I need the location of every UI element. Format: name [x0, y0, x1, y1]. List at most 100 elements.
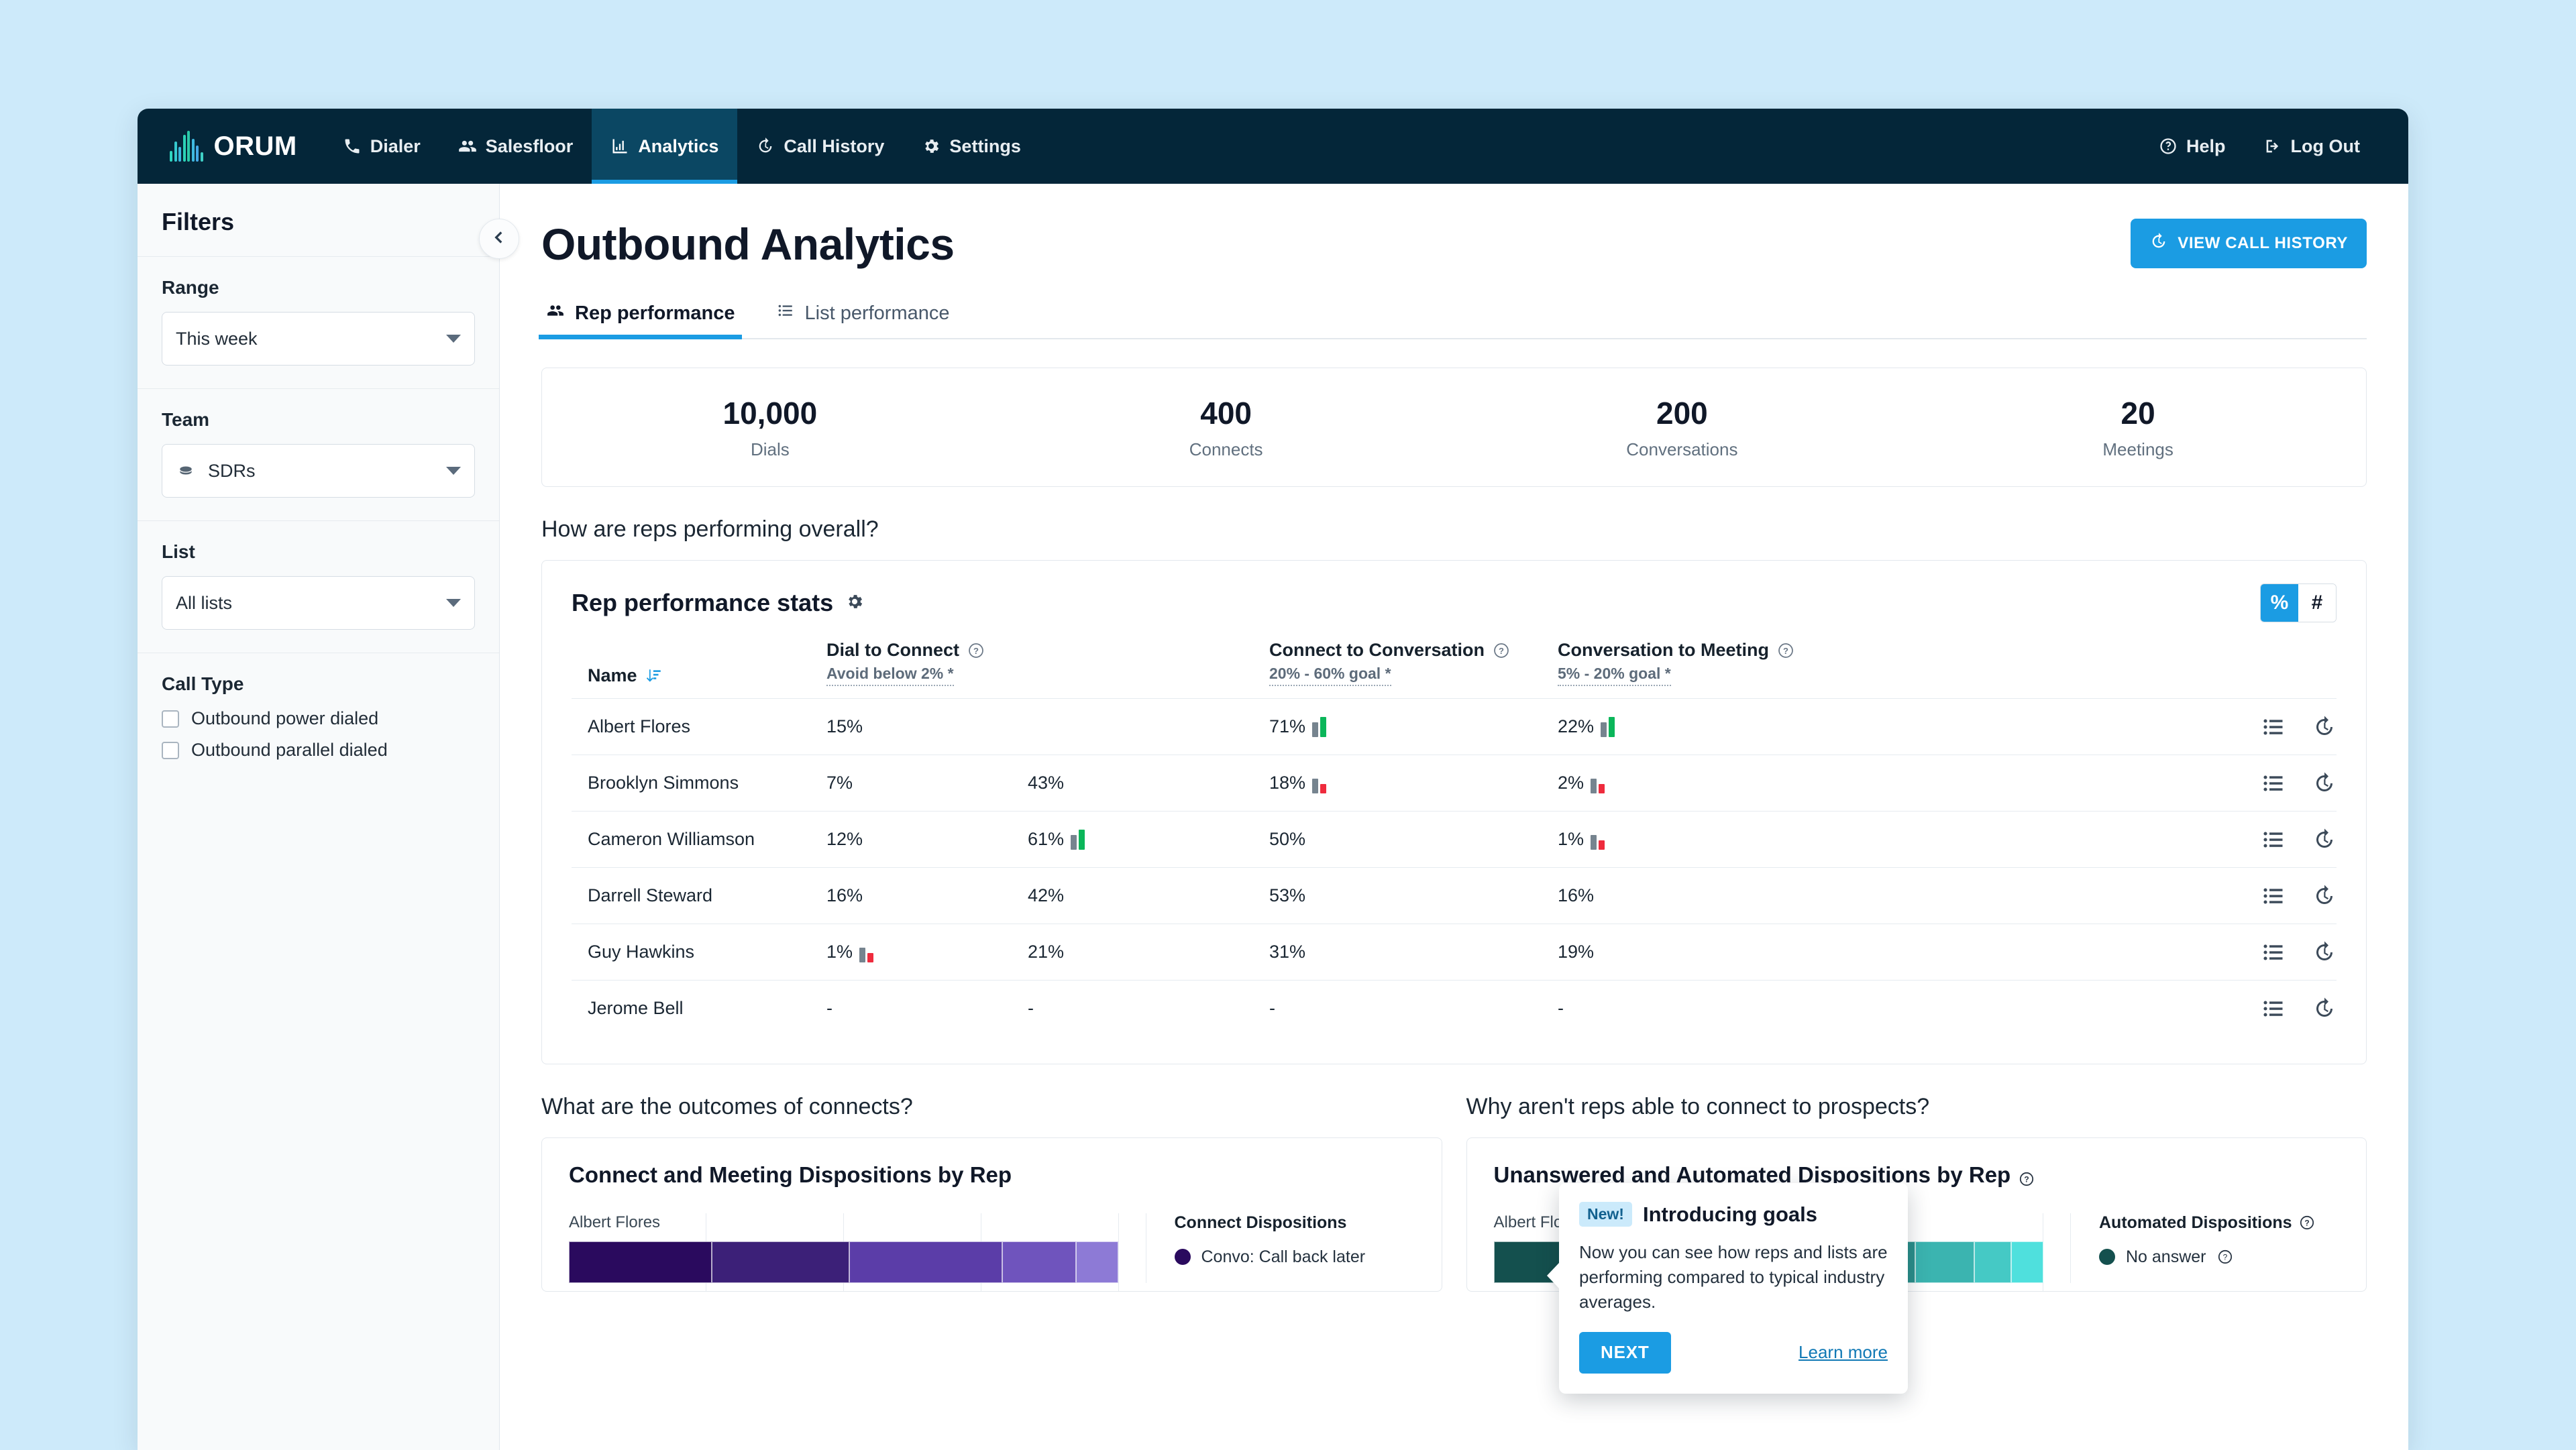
- view-history-action[interactable]: [2312, 997, 2337, 1021]
- th-actions: [1873, 640, 2337, 699]
- cell-value: 1%: [1558, 829, 1585, 849]
- tab-rep-performance[interactable]: Rep performance: [539, 302, 742, 339]
- cell-value: 42%: [1028, 885, 1065, 905]
- brand-logo[interactable]: ORUM: [138, 109, 324, 184]
- question-circle-icon[interactable]: ?: [2217, 1249, 2233, 1265]
- list-select[interactable]: All lists: [162, 576, 475, 630]
- cell-secondary-metric: -: [1028, 980, 1269, 1037]
- goal-indicator-good: [1601, 717, 1615, 737]
- bar-segment[interactable]: [1002, 1241, 1077, 1283]
- view-list-action[interactable]: [2261, 771, 2286, 795]
- cell-connect-to-conversation: -: [1269, 980, 1558, 1037]
- cell-dial-to-connect: 16%: [826, 867, 1028, 924]
- view-list-action[interactable]: [2261, 940, 2286, 964]
- cell-connect-to-conversation: 18%: [1269, 755, 1558, 812]
- bar-segment[interactable]: [849, 1241, 1003, 1283]
- bottom-charts-row: Connect and Meeting Dispositions by Rep …: [541, 1137, 2367, 1292]
- view-history-action[interactable]: [2312, 940, 2337, 964]
- unit-toggle-count[interactable]: #: [2298, 584, 2336, 622]
- nav-item-log-out[interactable]: Log Out: [2245, 109, 2379, 184]
- stat-dials: 10,000 Dials: [542, 395, 998, 460]
- filters-sidebar: Filters Range This week Team SDRs List A…: [138, 184, 519, 1450]
- goal-indicator-bad: [859, 948, 874, 962]
- table-row[interactable]: Albert Flores 15% 71% 22%: [572, 698, 2337, 755]
- cell-value: -: [1028, 998, 1034, 1019]
- bottom-questions-row: What are the outcomes of connects? Why a…: [541, 1064, 2367, 1137]
- bar-segment[interactable]: [2011, 1241, 2043, 1283]
- table-row[interactable]: Darrell Steward 16% 42% 53% 16%: [572, 867, 2337, 924]
- legend-item[interactable]: Convo: Call back later: [1174, 1247, 1415, 1267]
- svg-text:?: ?: [1783, 645, 1788, 655]
- nav-item-help[interactable]: Help: [2140, 109, 2245, 184]
- table-row[interactable]: Jerome Bell - - - -: [572, 980, 2337, 1037]
- cell-value: 16%: [1558, 885, 1595, 905]
- th-name[interactable]: Name: [572, 640, 826, 699]
- popover-footer: NEXT Learn more: [1579, 1331, 1888, 1374]
- th-dial-to-connect: Dial to Connect ? Avoid below 2% *: [826, 640, 1028, 699]
- cell-value: 12%: [826, 829, 863, 849]
- legend-item[interactable]: No answer ?: [2099, 1247, 2339, 1267]
- goal-indicator-bad: [1312, 779, 1327, 793]
- bar-segment[interactable]: [1915, 1241, 1974, 1283]
- page-header: Outbound Analytics VIEW CALL HISTORY: [541, 219, 2367, 270]
- view-history-action[interactable]: [2312, 771, 2337, 795]
- question-circle-icon[interactable]: ?: [1777, 642, 1794, 659]
- question-circle-icon[interactable]: ?: [967, 642, 985, 659]
- table-row[interactable]: Brooklyn Simmons 7% 43% 18% 2%: [572, 755, 2337, 812]
- table-header: Name Dial to Connect ? Avoid below 2% * …: [572, 640, 2337, 699]
- popover-next-button[interactable]: NEXT: [1579, 1331, 1671, 1374]
- bar-segment[interactable]: [1974, 1241, 2012, 1283]
- view-list-action[interactable]: [2261, 997, 2286, 1021]
- unit-toggle-percent[interactable]: %: [2261, 584, 2298, 622]
- sort-descending-icon[interactable]: [645, 667, 663, 685]
- goal-indicator-bad: [1591, 835, 1605, 850]
- th-connect-to-conversation: Connect to Conversation ? 20% - 60% goal…: [1269, 640, 1558, 699]
- cell-connect-to-conversation: 31%: [1269, 924, 1558, 981]
- cell-secondary-metric: 21%: [1028, 924, 1269, 981]
- checkbox-box[interactable]: [162, 710, 179, 728]
- brand-name: ORUM: [213, 131, 297, 161]
- table-row[interactable]: Cameron Williamson 12% 61% 50% 1%: [572, 811, 2337, 868]
- checkbox-outbound-parallel-dialed[interactable]: Outbound parallel dialed: [162, 740, 475, 761]
- nav-item-salesfloor[interactable]: Salesfloor: [439, 109, 592, 184]
- view-call-history-button[interactable]: VIEW CALL HISTORY: [2131, 219, 2367, 268]
- tab-list-performance[interactable]: List performance: [771, 302, 954, 338]
- view-list-action[interactable]: [2261, 884, 2286, 908]
- popover-header: New! Introducing goals: [1579, 1202, 1888, 1227]
- checkbox-box[interactable]: [162, 741, 179, 759]
- team-select[interactable]: SDRs: [162, 444, 475, 498]
- rep-performance-card-header: Rep performance stats % #: [572, 583, 2337, 622]
- question-circle-icon[interactable]: ?: [2019, 1167, 2035, 1186]
- cell-connect-to-conversation: 71%: [1269, 698, 1558, 755]
- nav-item-label: Settings: [949, 135, 1021, 156]
- view-history-action[interactable]: [2312, 884, 2337, 908]
- question-circle-icon[interactable]: ?: [2299, 1215, 2315, 1231]
- checkbox-outbound-power-dialed[interactable]: Outbound power dialed: [162, 708, 475, 729]
- nav-item-analytics[interactable]: Analytics: [592, 109, 738, 184]
- people-icon: [458, 137, 477, 156]
- cell-connect-to-conversation: 53%: [1269, 867, 1558, 924]
- table-row[interactable]: Guy Hawkins 1% 21% 31% 19%: [572, 924, 2337, 981]
- cell-connect-to-conversation: 50%: [1269, 811, 1558, 868]
- popover-learn-more-link[interactable]: Learn more: [1799, 1342, 1888, 1363]
- bar-segment[interactable]: [569, 1241, 712, 1283]
- view-history-action[interactable]: [2312, 828, 2337, 852]
- range-select[interactable]: This week: [162, 312, 475, 366]
- bar-segment[interactable]: [711, 1241, 849, 1283]
- cell-value: 16%: [826, 885, 863, 905]
- th-conversation-to-meeting-label: Conversation to Meeting: [1558, 640, 1770, 660]
- view-list-action[interactable]: [2261, 828, 2286, 852]
- nav-item-settings[interactable]: Settings: [903, 109, 1040, 184]
- nav-item-call-history[interactable]: Call History: [737, 109, 903, 184]
- gear-icon[interactable]: [845, 589, 864, 617]
- sidebar-collapse-button[interactable]: [479, 219, 519, 259]
- cell-value: -: [826, 998, 833, 1019]
- section-question-why: Why aren't reps able to connect to prosp…: [1466, 1093, 1930, 1119]
- bar-segment[interactable]: [1076, 1241, 1119, 1283]
- cell-conversation-to-meeting: 1%: [1558, 811, 1873, 868]
- view-history-action[interactable]: [2312, 715, 2337, 739]
- view-list-action[interactable]: [2261, 715, 2286, 739]
- nav-item-dialer[interactable]: Dialer: [324, 109, 439, 184]
- stacked-bar-albert-flores[interactable]: [569, 1241, 1119, 1283]
- question-circle-icon[interactable]: ?: [1493, 642, 1510, 659]
